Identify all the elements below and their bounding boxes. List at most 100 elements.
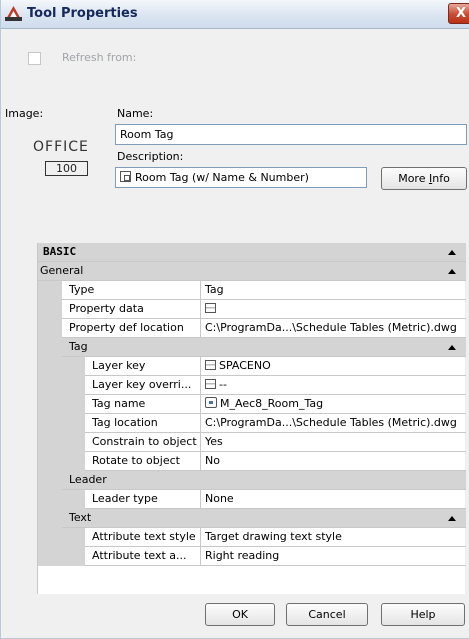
name-value: Room Tag [120, 128, 174, 141]
property-row[interactable]: Property data [38, 300, 466, 319]
refresh-checkbox[interactable] [28, 52, 41, 65]
row-indent [38, 319, 62, 338]
column-divider [200, 490, 201, 509]
category-general-label: General [40, 264, 84, 277]
property-value: Yes [205, 435, 223, 448]
tag-icon [205, 397, 217, 408]
collapse-arrow-icon[interactable] [448, 345, 456, 350]
row-indent [38, 376, 85, 395]
column-divider [200, 433, 201, 452]
property-row[interactable]: Constrain to object Yes [38, 433, 466, 452]
help-button[interactable]: Help [381, 603, 465, 626]
name-label: Name: [117, 107, 154, 120]
layer-key-value: SPACENO [219, 359, 271, 372]
property-value[interactable]: SPACENO [205, 357, 463, 375]
column-divider [200, 319, 201, 338]
property-value: None [205, 492, 234, 505]
category-leader-label: Leader [69, 473, 107, 486]
property-label: Property def location [69, 321, 184, 334]
column-divider [200, 414, 201, 433]
column-divider [200, 547, 201, 566]
column-divider [200, 300, 201, 319]
property-value: C:\ProgramDa...\Schedule Tables (Metric)… [205, 321, 457, 334]
property-label: Layer key overri... [92, 378, 192, 391]
collapse-arrow-icon[interactable] [448, 250, 456, 255]
layer-key-overrides-value: -- [219, 378, 227, 391]
property-row[interactable]: Layer key SPACENO [38, 357, 466, 376]
worksheet-icon [205, 360, 216, 370]
category-tag-label: Tag [69, 340, 88, 353]
close-button[interactable]: X [448, 3, 469, 24]
property-row[interactable]: Property def location C:\ProgramDa...\Sc… [38, 319, 466, 338]
property-row[interactable]: Layer key overri... -- [38, 376, 466, 395]
property-value: Right reading [205, 549, 280, 562]
property-label: Property data [69, 302, 144, 315]
property-label: Tag location [92, 416, 158, 429]
property-row[interactable]: Tag location C:\ProgramDa...\Schedule Ta… [38, 414, 466, 433]
property-row[interactable]: Tag name M_Aec8_Room_Tag [38, 395, 466, 414]
property-label: Rotate to object [92, 454, 180, 467]
row-indent [38, 490, 85, 509]
property-value[interactable]: -- [205, 376, 463, 394]
row-indent [38, 338, 62, 357]
column-divider [200, 376, 201, 395]
property-label: Attribute text a... [92, 549, 187, 562]
property-row[interactable]: Attribute text a... Right reading [38, 547, 466, 566]
ok-button[interactable]: OK [205, 603, 275, 626]
category-basic[interactable]: BASIC [38, 243, 466, 262]
title-bar[interactable]: Tool Properties X [1, 0, 469, 29]
row-indent [38, 509, 62, 528]
property-label: Type [69, 283, 95, 296]
category-leader[interactable]: Leader [38, 471, 466, 490]
category-text[interactable]: Text [38, 509, 466, 528]
close-icon: X [455, 6, 467, 21]
row-indent [38, 528, 85, 547]
tool-image-preview[interactable]: OFFICE 100 [33, 139, 89, 176]
category-basic-label: BASIC [43, 245, 77, 258]
column-divider [200, 357, 201, 376]
property-label: Attribute text style [92, 530, 196, 543]
column-divider [200, 281, 201, 300]
column-divider [200, 528, 201, 547]
row-indent [38, 547, 85, 566]
collapse-arrow-icon[interactable] [448, 269, 456, 274]
image-label: Image: [5, 107, 44, 120]
property-row[interactable]: Rotate to object No [38, 452, 466, 471]
row-indent [38, 357, 85, 376]
property-row[interactable]: Attribute text style Target drawing text… [38, 528, 466, 547]
property-label: Leader type [92, 492, 158, 505]
row-indent [38, 414, 85, 433]
row-indent [38, 281, 62, 300]
description-icon [120, 171, 131, 182]
worksheet-icon [205, 379, 216, 389]
category-general[interactable]: General [38, 262, 466, 281]
row-indent [38, 300, 62, 319]
row-indent [38, 471, 62, 490]
property-label: Tag name [92, 397, 146, 410]
property-value: Tag [205, 283, 224, 296]
property-label: Constrain to object [92, 435, 197, 448]
property-row[interactable]: Leader type None [38, 490, 466, 509]
column-divider [200, 395, 201, 414]
category-text-label: Text [69, 511, 92, 524]
tool-properties-dialog: Tool Properties X Refresh from: Image: N… [0, 0, 469, 639]
more-info-button[interactable]: More Info [381, 167, 467, 190]
office-image-text: OFFICE [33, 139, 89, 155]
cancel-button[interactable]: Cancel [286, 603, 368, 626]
tag-name-value: M_Aec8_Room_Tag [220, 397, 324, 410]
description-value: Room Tag (w/ Name & Number) [135, 171, 309, 184]
row-indent [38, 395, 85, 414]
collapse-arrow-icon[interactable] [448, 516, 456, 521]
property-value: C:\ProgramDa...\Schedule Tables (Metric)… [205, 416, 457, 429]
description-input[interactable]: Room Tag (w/ Name & Number) [115, 167, 367, 188]
property-value[interactable]: M_Aec8_Room_Tag [205, 395, 463, 413]
property-row[interactable]: Type Tag [38, 281, 466, 300]
property-value: Target drawing text style [205, 530, 342, 543]
name-input[interactable]: Room Tag [115, 124, 467, 145]
row-indent [38, 452, 85, 471]
category-tag[interactable]: Tag [38, 338, 466, 357]
office-image-number: 100 [45, 161, 88, 176]
more-info-post: nfo [432, 172, 450, 185]
property-value[interactable] [205, 300, 219, 318]
refresh-label: Refresh from: [62, 51, 137, 64]
